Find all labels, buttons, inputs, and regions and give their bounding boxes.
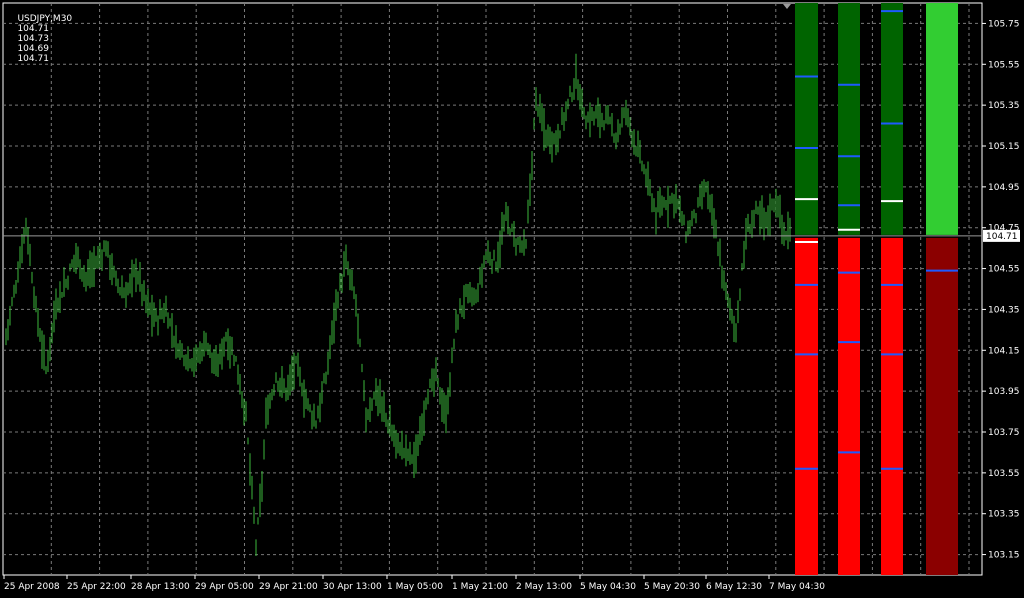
price-chart: 105.75105.55105.35105.15104.95104.75104.… (2, 2, 1020, 592)
x-tick-label: 5 May 20:30 (644, 582, 700, 592)
chart-shift-icon (783, 4, 791, 9)
indicator-column-upper (881, 3, 903, 235)
symbol-label: USDJPY,M30 (17, 14, 73, 24)
y-tick-label: 105.75 (988, 19, 1020, 29)
y-tick-label: 103.55 (988, 469, 1020, 479)
y-tick-label: 105.35 (988, 101, 1020, 111)
y-tick-label: 103.95 (988, 387, 1020, 397)
indicator-column-lower (838, 237, 860, 575)
plot-frame (2, 2, 983, 576)
x-tick-label: 1 May 21:00 (452, 582, 508, 592)
y-tick-label: 104.35 (988, 305, 1020, 315)
open-value: 104.71 (17, 24, 49, 34)
indicator-column-upper (838, 3, 860, 235)
y-tick-label: 105.15 (988, 142, 1020, 152)
y-tick-label: 103.35 (988, 510, 1020, 520)
current-price-label: 104.71 (986, 232, 1018, 242)
high-value: 104.73 (17, 34, 49, 44)
chart-root: 105.75 105.55 105.35 105.15 104.95 104.75 104.… (0, 0, 1024, 594)
indicator-column-lower (926, 237, 958, 575)
indicator-column-lower (795, 237, 818, 575)
y-tick-label: 105.55 (988, 60, 1020, 70)
y-tick-label: 104.15 (988, 346, 1020, 356)
x-tick-label: 25 Apr 22:00 (67, 582, 126, 592)
x-tick-label: 5 May 04:30 (580, 582, 636, 592)
x-tick-label: 6 May 12:30 (706, 582, 762, 592)
x-tick-label: 1 May 05:00 (387, 582, 443, 592)
indicator-column-upper (926, 3, 958, 235)
low-value: 104.69 (17, 44, 49, 54)
close-value: 104.71 (17, 54, 49, 64)
y-tick-label: 103.15 (988, 551, 1020, 561)
chart-header: USDJPY,M30 104.71 104.73 104.69 104.71 (6, 4, 76, 74)
x-tick-label: 7 May 04:30 (769, 582, 825, 592)
y-tick-label: 104.95 (988, 183, 1020, 193)
x-tick-label: 2 May 13:00 (516, 582, 572, 592)
x-tick-label: 25 Apr 2008 (4, 582, 60, 592)
x-tick-label: 30 Apr 13:00 (323, 582, 382, 592)
x-tick-label: 29 Apr 05:00 (195, 582, 254, 592)
x-tick-label: 28 Apr 13:00 (131, 582, 190, 592)
indicator-column-lower (881, 237, 903, 575)
y-tick-label: 104.55 (988, 265, 1020, 275)
y-tick-label: 103.75 (988, 428, 1020, 438)
x-tick-label: 29 Apr 21:00 (259, 582, 318, 592)
